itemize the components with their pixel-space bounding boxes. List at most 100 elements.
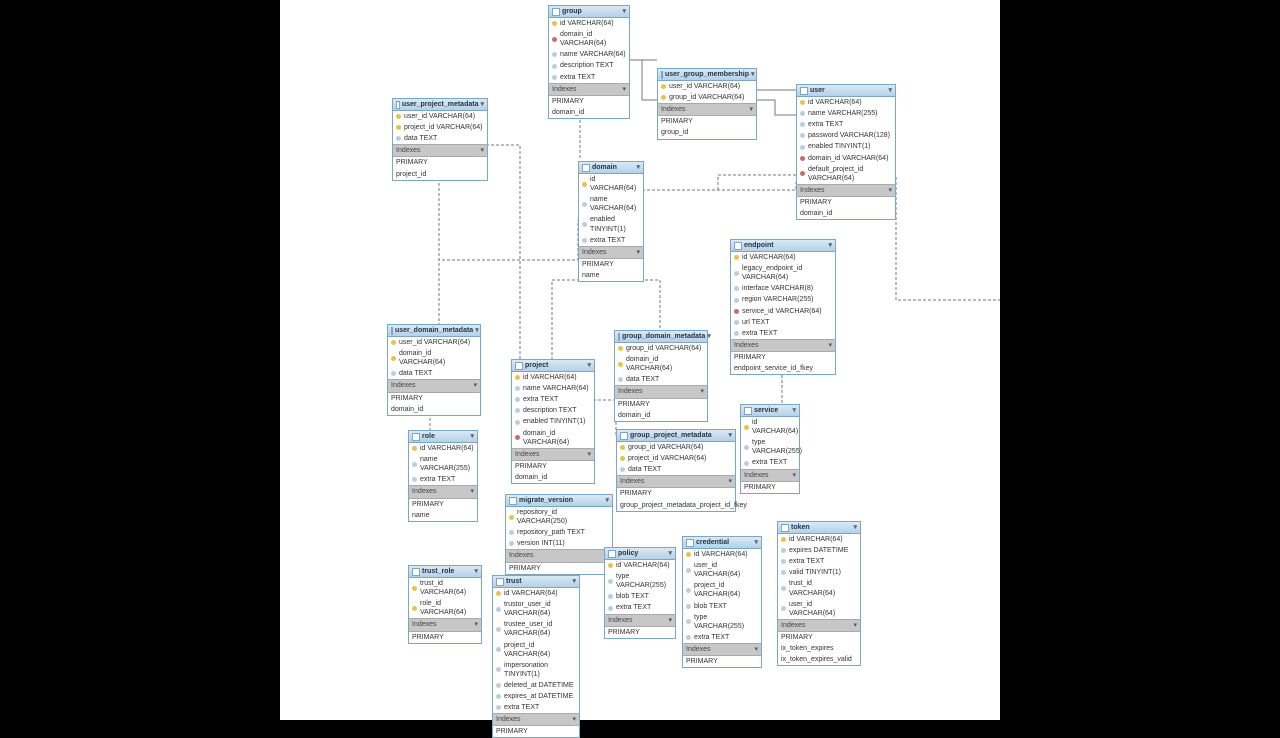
column[interactable]: role_id VARCHAR(64) bbox=[409, 598, 481, 618]
column[interactable]: password VARCHAR(128) bbox=[797, 130, 895, 141]
chevron-down-icon[interactable]: ▾ bbox=[707, 332, 711, 341]
column[interactable]: project_id VARCHAR(64) bbox=[683, 580, 761, 600]
column[interactable]: id VARCHAR(64) bbox=[579, 174, 643, 194]
column[interactable]: name VARCHAR(255) bbox=[409, 454, 477, 474]
index-item[interactable]: domain_id bbox=[615, 410, 707, 421]
table-credential[interactable]: credential▾id VARCHAR(64)user_id VARCHAR… bbox=[682, 536, 762, 668]
column[interactable]: extra TEXT bbox=[797, 119, 895, 130]
index-item[interactable]: name bbox=[579, 270, 643, 281]
column[interactable]: id VARCHAR(64) bbox=[797, 97, 895, 108]
chevron-down-icon[interactable]: ▾ bbox=[792, 406, 796, 415]
column[interactable]: blob TEXT bbox=[605, 591, 675, 602]
column[interactable]: extra TEXT bbox=[579, 235, 643, 246]
chevron-down-icon[interactable]: ▾ bbox=[888, 86, 892, 95]
index-item[interactable]: PRIMARY bbox=[797, 197, 895, 208]
table-header[interactable]: user▾ bbox=[797, 85, 895, 97]
column[interactable]: id VARCHAR(64) bbox=[512, 372, 594, 383]
column[interactable]: id VARCHAR(64) bbox=[683, 549, 761, 560]
table-group_project_metadata[interactable]: group_project_metadata▾group_id VARCHAR(… bbox=[616, 429, 736, 512]
column[interactable]: user_id VARCHAR(64) bbox=[778, 599, 860, 619]
index-item[interactable]: domain_id bbox=[797, 208, 895, 219]
column[interactable]: valid TINYINT(1) bbox=[778, 567, 860, 578]
column[interactable]: trust_id VARCHAR(64) bbox=[778, 578, 860, 598]
column[interactable]: data TEXT bbox=[615, 374, 707, 385]
column[interactable]: name VARCHAR(64) bbox=[512, 383, 594, 394]
table-endpoint[interactable]: endpoint▾id VARCHAR(64)legacy_endpoint_i… bbox=[730, 239, 836, 375]
chevron-down-icon[interactable]: ▾ bbox=[888, 186, 892, 195]
index-item[interactable]: domain_id bbox=[549, 107, 629, 118]
column[interactable]: project_id VARCHAR(64) bbox=[493, 640, 579, 660]
table-header[interactable]: user_project_metadata▾ bbox=[393, 99, 487, 111]
indexes-section[interactable]: Indexes▾ bbox=[512, 448, 594, 461]
indexes-section[interactable]: Indexes▾ bbox=[658, 103, 756, 116]
column[interactable]: blob TEXT bbox=[683, 601, 761, 612]
indexes-section[interactable]: Indexes▾ bbox=[409, 618, 481, 631]
index-item[interactable]: PRIMARY bbox=[393, 157, 487, 168]
column[interactable]: expires DATETIME bbox=[778, 545, 860, 556]
index-item[interactable]: group_id bbox=[658, 127, 756, 138]
column[interactable]: domain_id VARCHAR(64) bbox=[615, 354, 707, 374]
table-role[interactable]: role▾id VARCHAR(64)name VARCHAR(255)extr… bbox=[408, 430, 478, 522]
column[interactable]: extra TEXT bbox=[549, 72, 629, 83]
column[interactable]: id VARCHAR(64) bbox=[731, 252, 835, 263]
indexes-section[interactable]: Indexes▾ bbox=[617, 475, 735, 488]
column[interactable]: extra TEXT bbox=[731, 328, 835, 339]
column[interactable]: group_id VARCHAR(64) bbox=[615, 343, 707, 354]
chevron-down-icon[interactable]: ▾ bbox=[754, 645, 758, 654]
index-item[interactable]: name bbox=[409, 510, 477, 521]
index-item[interactable]: PRIMARY bbox=[409, 499, 477, 510]
index-item[interactable]: PRIMARY bbox=[778, 632, 860, 643]
chevron-down-icon[interactable]: ▾ bbox=[853, 523, 857, 532]
index-item[interactable]: PRIMARY bbox=[605, 627, 675, 638]
table-user[interactable]: user▾id VARCHAR(64)name VARCHAR(255)extr… bbox=[796, 84, 896, 220]
column[interactable]: expires_at DATETIME bbox=[493, 691, 579, 702]
column[interactable]: name VARCHAR(255) bbox=[797, 108, 895, 119]
chevron-down-icon[interactable]: ▾ bbox=[668, 549, 672, 558]
chevron-down-icon[interactable]: ▾ bbox=[474, 567, 478, 576]
table-header[interactable]: project▾ bbox=[512, 360, 594, 372]
column[interactable]: extra TEXT bbox=[683, 632, 761, 643]
column[interactable]: repository_id VARCHAR(250) bbox=[506, 507, 612, 527]
column[interactable]: repository_path TEXT bbox=[506, 527, 612, 538]
chevron-down-icon[interactable]: ▾ bbox=[668, 616, 672, 625]
column[interactable]: id VARCHAR(64) bbox=[741, 417, 799, 437]
table-header[interactable]: migrate_version▾ bbox=[506, 495, 612, 507]
table-token[interactable]: token▾id VARCHAR(64)expires DATETIMEextr… bbox=[777, 521, 861, 666]
chevron-down-icon[interactable]: ▾ bbox=[475, 326, 479, 335]
index-item[interactable]: PRIMARY bbox=[506, 563, 612, 574]
table-group_domain_metadata[interactable]: group_domain_metadata▾group_id VARCHAR(6… bbox=[614, 330, 708, 422]
column[interactable]: id VARCHAR(64) bbox=[549, 18, 629, 29]
table-migrate_version[interactable]: migrate_version▾repository_id VARCHAR(25… bbox=[505, 494, 613, 575]
indexes-section[interactable]: Indexes▾ bbox=[731, 339, 835, 352]
column[interactable]: trust_id VARCHAR(64) bbox=[409, 578, 481, 598]
table-header[interactable]: group▾ bbox=[549, 6, 629, 18]
column[interactable]: type VARCHAR(255) bbox=[605, 571, 675, 591]
chevron-down-icon[interactable]: ▾ bbox=[751, 70, 755, 79]
table-header[interactable]: trust▾ bbox=[493, 576, 579, 588]
chevron-down-icon[interactable]: ▾ bbox=[792, 471, 796, 480]
column[interactable]: user_id VARCHAR(64) bbox=[388, 337, 480, 348]
table-header[interactable]: domain▾ bbox=[579, 162, 643, 174]
chevron-down-icon[interactable]: ▾ bbox=[828, 341, 832, 350]
index-item[interactable]: ix_token_expires_valid bbox=[778, 654, 860, 665]
chevron-down-icon[interactable]: ▾ bbox=[470, 432, 474, 441]
column[interactable]: trustor_user_id VARCHAR(64) bbox=[493, 599, 579, 619]
indexes-section[interactable]: Indexes▾ bbox=[615, 385, 707, 398]
column[interactable]: domain_id VARCHAR(64) bbox=[388, 348, 480, 368]
column[interactable]: description TEXT bbox=[512, 405, 594, 416]
chevron-down-icon[interactable]: ▾ bbox=[470, 487, 474, 496]
indexes-section[interactable]: Indexes▾ bbox=[778, 619, 860, 632]
indexes-section[interactable]: Indexes▾ bbox=[388, 379, 480, 392]
table-trust_role[interactable]: trust_role▾trust_id VARCHAR(64)role_id V… bbox=[408, 565, 482, 644]
chevron-down-icon[interactable]: ▾ bbox=[828, 241, 832, 250]
chevron-down-icon[interactable]: ▾ bbox=[480, 100, 484, 109]
chevron-down-icon[interactable]: ▾ bbox=[473, 381, 477, 390]
column[interactable]: extra TEXT bbox=[409, 474, 477, 485]
column[interactable]: impersonation TINYINT(1) bbox=[493, 660, 579, 680]
column[interactable]: type VARCHAR(255) bbox=[683, 612, 761, 632]
column[interactable]: description TEXT bbox=[549, 60, 629, 71]
column[interactable]: default_project_id VARCHAR(64) bbox=[797, 164, 895, 184]
column[interactable]: project_id VARCHAR(64) bbox=[617, 453, 735, 464]
column[interactable]: enabled TINYINT(1) bbox=[797, 141, 895, 152]
table-project[interactable]: project▾id VARCHAR(64)name VARCHAR(64)ex… bbox=[511, 359, 595, 484]
